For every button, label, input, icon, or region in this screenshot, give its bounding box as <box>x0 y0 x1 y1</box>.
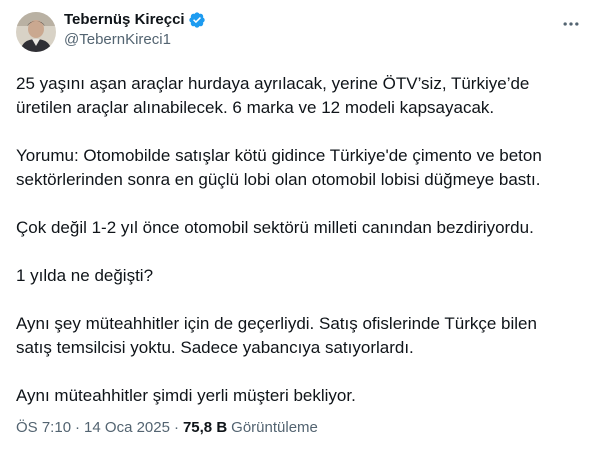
meta-separator: · <box>173 419 179 436</box>
author-names: Tebernüş Kireçci @TebernKireci1 <box>64 10 206 50</box>
tweet-paragraph: Aynı şey müteahhitler için de geçerliydi… <box>16 314 537 357</box>
views-count: 75,8 B <box>182 419 228 436</box>
display-name[interactable]: Tebernüş Kireçci <box>64 10 185 30</box>
tweet-meta: ÖS 7:10 · 14 Oca 2025 · 75,8 B Görüntüle… <box>16 418 318 438</box>
meta-separator: · <box>75 419 81 436</box>
tweet-paragraph: 1 yılda ne değişti? <box>16 266 154 285</box>
tweet-header: Tebernüş Kireçci @TebernKireci1 <box>16 10 591 58</box>
tweet-paragraph: 25 yaşını aşan araçlar hurdaya ayrılacak… <box>16 74 530 117</box>
person-avatar-icon[interactable] <box>16 12 56 52</box>
views-label: Görüntüleme <box>231 419 318 436</box>
tweet-time[interactable]: ÖS 7:10 <box>16 418 71 438</box>
tweet-paragraph: Yorumu: Otomobilde satışlar kötü gidince… <box>16 146 542 189</box>
verified-badge-icon[interactable] <box>188 11 206 29</box>
tweet-paragraph: Aynı müteahhitler şimdi yerli müşteri be… <box>16 386 356 405</box>
author-handle[interactable]: @TebernKireci1 <box>64 30 206 50</box>
more-horizontal-icon[interactable] <box>557 14 585 34</box>
display-name-row[interactable]: Tebernüş Kireçci <box>64 10 206 30</box>
tweet-paragraph: Çok değil 1-2 yıl önce otomobil sektörü … <box>16 218 534 237</box>
tweet-date[interactable]: 14 Oca 2025 <box>84 418 170 438</box>
tweet: Tebernüş Kireçci @TebernKireci1 25 yaşın… <box>0 0 607 456</box>
tweet-text: 25 yaşını aşan araçlar hurdaya ayrılacak… <box>16 72 591 408</box>
